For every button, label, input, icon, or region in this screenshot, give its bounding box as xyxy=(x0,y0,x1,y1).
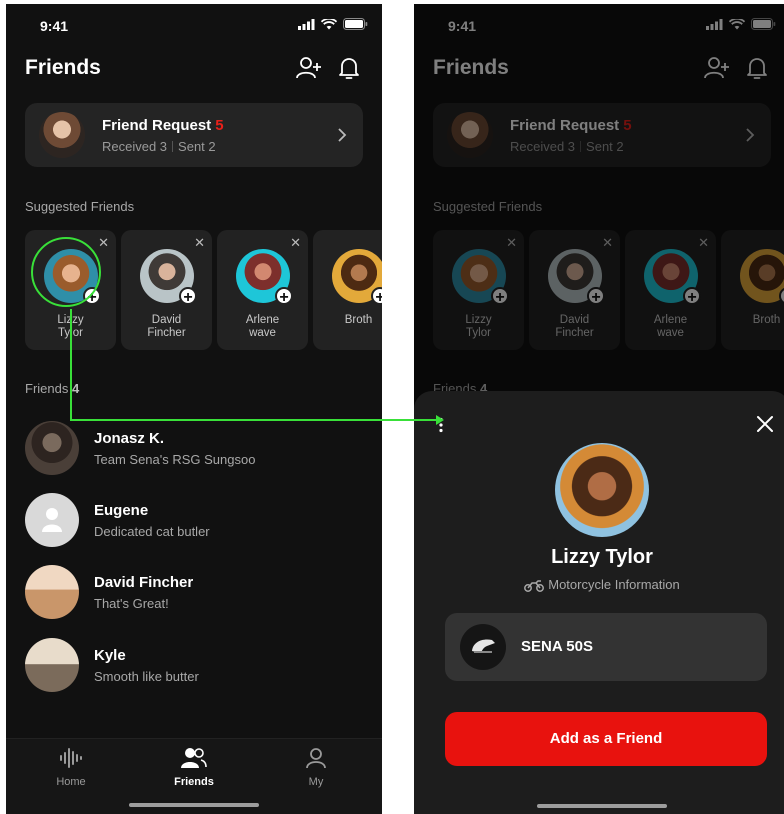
profile-name: Lizzy Tylor xyxy=(551,546,653,568)
close-icon[interactable]: ✕ xyxy=(98,235,109,251)
friend-name: Kyle xyxy=(94,647,126,664)
chevron-right-icon xyxy=(338,128,347,142)
friends-icon xyxy=(181,748,207,768)
friend-profile-screen: 9:41 Friends Friend Request5 Received 3S… xyxy=(414,4,784,814)
friend-request-card[interactable]: Friend Request5 Received 3Sent 2 xyxy=(25,103,363,167)
friend-request-summary: Received 3Sent 2 xyxy=(102,139,216,154)
friend-name: Eugene xyxy=(94,502,149,519)
suggested-friends-label: Suggested Friends xyxy=(25,199,135,214)
tap-highlight xyxy=(31,237,101,307)
avatar xyxy=(25,638,79,692)
suggested-card[interactable]: ✕ + Arlene wave xyxy=(217,230,308,350)
profile-avatar xyxy=(555,443,649,537)
tab-label: Home xyxy=(56,776,86,788)
device-card: SENA 50S xyxy=(445,613,767,681)
suggested-name: Broth xyxy=(344,314,373,326)
signal-icon xyxy=(298,18,315,30)
suggested-name: Arlene wave xyxy=(245,314,280,339)
add-icon[interactable]: + xyxy=(179,287,197,306)
avatar xyxy=(39,112,85,158)
home-indicator xyxy=(129,803,259,807)
friend-status: Smooth like butter xyxy=(94,669,199,684)
add-friend-button[interactable]: Add as a Friend xyxy=(445,712,767,766)
friends-count: 4 xyxy=(71,381,80,396)
avatar xyxy=(25,421,79,475)
home-indicator xyxy=(537,804,667,808)
status-time: 9:41 xyxy=(40,18,69,34)
tab-label: Friends xyxy=(174,776,214,788)
list-item[interactable]: Eugene Dedicated cat butler xyxy=(25,493,365,549)
close-icon[interactable] xyxy=(756,415,774,433)
suggested-name: David Fincher xyxy=(147,314,186,339)
close-icon[interactable]: ✕ xyxy=(194,235,205,251)
friends-section-label: Friends 4 xyxy=(25,381,80,396)
avatar xyxy=(25,493,79,547)
avatar xyxy=(25,565,79,619)
list-item[interactable]: Jonasz K. Team Sena's RSG Sungsoo xyxy=(25,421,365,477)
suggested-card[interactable]: ✕ + Broth xyxy=(313,230,382,350)
friend-request-title: Friend Request5 xyxy=(102,117,224,134)
friend-name: David Fincher xyxy=(94,574,194,591)
tab-label: My xyxy=(308,776,324,788)
list-item[interactable]: Kyle Smooth like butter xyxy=(25,638,365,694)
friend-status: Dedicated cat butler xyxy=(94,524,210,539)
friend-status: Team Sena's RSG Sungsoo xyxy=(94,452,256,467)
suggested-name: Lizzy Tylor xyxy=(57,314,84,339)
helmet-device-icon xyxy=(460,624,506,670)
app-header: Friends xyxy=(25,54,363,84)
bell-icon[interactable] xyxy=(335,54,363,82)
friend-request-count: 5 xyxy=(215,117,224,134)
person-placeholder-icon xyxy=(42,508,62,532)
page-title: Friends xyxy=(25,56,101,79)
suggested-card[interactable]: ✕ + David Fincher xyxy=(121,230,212,350)
tab-my[interactable]: My xyxy=(276,747,356,788)
status-bar: 9:41 xyxy=(6,4,382,48)
add-friend-icon[interactable] xyxy=(295,54,323,82)
list-item[interactable]: David Fincher That's Great! xyxy=(25,565,365,621)
friend-status: That's Great! xyxy=(94,596,169,611)
motorcycle-icon xyxy=(524,580,545,592)
wifi-icon xyxy=(321,18,337,29)
friends-screen: 9:41 Friends Friend Request 5 Received 3S… xyxy=(6,4,382,814)
person-icon xyxy=(306,748,326,769)
close-icon[interactable]: ✕ xyxy=(290,235,301,251)
friend-name: Jonasz K. xyxy=(94,430,165,447)
motorcycle-info: Motorcycle Information xyxy=(414,577,784,592)
profile-bottom-sheet: Lizzy Tylor Motorcycle Information SENA … xyxy=(414,391,784,814)
tab-home[interactable]: Home xyxy=(31,747,111,788)
device-name: SENA 50S xyxy=(521,638,593,655)
add-icon[interactable]: + xyxy=(371,287,382,306)
battery-icon xyxy=(343,18,368,30)
add-icon[interactable]: + xyxy=(275,287,293,306)
more-vertical-icon[interactable] xyxy=(436,417,446,433)
waveform-icon xyxy=(60,748,82,768)
tab-friends[interactable]: Friends xyxy=(154,747,234,788)
